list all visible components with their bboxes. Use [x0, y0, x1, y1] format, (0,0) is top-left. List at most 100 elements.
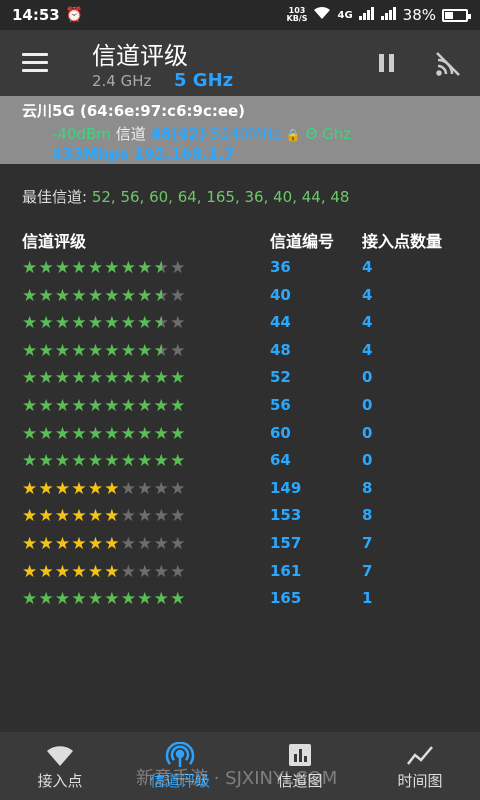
- network-type: 4G: [337, 9, 353, 21]
- star-icon: ★: [22, 423, 39, 444]
- channel-number: 48: [270, 340, 291, 359]
- star-icon: ★: [137, 368, 154, 389]
- star-icon: ★: [170, 285, 187, 306]
- connected-ssid: 云川5G (64:6e:97:c6:9c:ee): [22, 102, 246, 120]
- star-icon: ★: [104, 340, 121, 361]
- wifi-status-icon: [313, 6, 331, 24]
- rating-stars: ★★★★★★★★★★: [22, 313, 187, 333]
- network-speed: 103 KB/S: [287, 7, 308, 23]
- star-icon: ★: [104, 313, 121, 334]
- star-icon: ★: [54, 451, 72, 472]
- star-icon: ★: [71, 285, 88, 306]
- star-icon: ★: [71, 396, 88, 416]
- connected-details: -40dBm 信道 48(42) 5240MHz 🔒 Θ Ghz: [22, 123, 480, 144]
- star-icon: ★: [120, 561, 138, 582]
- star-icon: ★: [120, 478, 138, 499]
- table-row: ★★★★★★★★★★ 149 8: [0, 479, 480, 506]
- star-icon: ★: [153, 313, 171, 334]
- star-icon: ★: [153, 368, 171, 389]
- star-icon: ★: [170, 423, 187, 444]
- star-icon: ★: [137, 396, 154, 416]
- star-icon: ★: [22, 478, 39, 499]
- cell-signal-2-icon: [380, 6, 397, 24]
- star-icon: ★: [104, 258, 121, 278]
- scan-toggle-icon[interactable]: [434, 50, 462, 78]
- star-icon: ★: [22, 368, 39, 389]
- star-icon: ★: [153, 451, 171, 472]
- rating-stars: ★★★★★★★★★★: [22, 341, 187, 361]
- line-chart-icon: [407, 746, 433, 765]
- ap-count: 4: [362, 340, 373, 359]
- star-icon: ★: [170, 478, 187, 499]
- ap-count: 0: [362, 396, 373, 414]
- star-icon: ★: [87, 423, 105, 444]
- star-icon: ★: [153, 396, 171, 416]
- channel-number: 153: [270, 506, 302, 525]
- nav-access-points[interactable]: 接入点: [0, 732, 120, 800]
- pause-icon[interactable]: [378, 54, 396, 72]
- star-icon: ★: [22, 313, 39, 334]
- star-icon: ★: [87, 368, 105, 389]
- channel-number: 161: [270, 561, 302, 580]
- star-icon: ★: [153, 340, 171, 361]
- star-icon: ★: [120, 534, 138, 554]
- star-icon: ★: [137, 589, 154, 610]
- star-icon: ★: [153, 285, 171, 306]
- star-icon: ★: [71, 423, 88, 444]
- menu-icon[interactable]: [22, 53, 48, 73]
- nav-time-graph[interactable]: 时间图: [360, 732, 480, 800]
- star-icon: ★: [120, 285, 138, 306]
- star-icon: ★: [153, 561, 171, 582]
- star-icon: ★: [22, 534, 39, 554]
- ap-count: 8: [362, 478, 373, 497]
- star-icon: ★: [71, 258, 88, 278]
- star-icon: ★: [54, 313, 72, 334]
- rating-stars: ★★★★★★★★★★: [22, 368, 187, 388]
- battery-percent: 38%: [402, 6, 436, 24]
- star-icon: ★: [104, 396, 121, 416]
- star-icon: ★: [170, 396, 187, 416]
- band-5ghz-tab[interactable]: 5 GHz: [174, 70, 233, 91]
- nav-label: 接入点: [37, 772, 83, 790]
- star-icon: ★: [137, 451, 154, 472]
- star-icon: ★: [137, 313, 154, 334]
- ap-count: 8: [362, 506, 373, 525]
- col-ap-count: 接入点数量: [362, 232, 443, 251]
- table-row: ★★★★★★★★★★ 52 0: [0, 368, 480, 395]
- star-icon: ★: [170, 506, 187, 527]
- connected-channel: 48(42): [150, 125, 206, 143]
- star-icon: ★: [137, 534, 154, 554]
- signal-strength: -40dBm: [52, 125, 111, 143]
- star-icon: ★: [170, 534, 187, 554]
- cell-signal-icon: [358, 6, 375, 24]
- alarm-icon: ⏰: [65, 7, 84, 23]
- ap-count: 1: [362, 589, 373, 608]
- star-icon: ★: [22, 340, 39, 361]
- best-channels-label: 最佳信道:: [22, 188, 88, 206]
- star-icon: ★: [22, 396, 39, 416]
- star-icon: ★: [54, 561, 72, 582]
- best-channels: 最佳信道: 52, 56, 60, 64, 165, 36, 40, 44, 4…: [22, 186, 349, 207]
- star-icon: ★: [54, 368, 72, 389]
- band-24ghz-tab[interactable]: 2.4 GHz: [92, 72, 151, 90]
- star-icon: ★: [104, 506, 121, 527]
- ap-count: 4: [362, 313, 373, 332]
- connected-ap-panel[interactable]: 云川5G (64:6e:97:c6:9c:ee) -40dBm 信道 48(42…: [0, 96, 480, 164]
- table-row: ★★★★★★★★★★ 48 4: [0, 341, 480, 368]
- star-icon: ★: [120, 423, 138, 444]
- star-icon: ★: [137, 285, 154, 306]
- table-row: ★★★★★★★★★★ 56 0: [0, 396, 480, 423]
- star-icon: ★: [38, 423, 55, 444]
- star-icon: ★: [120, 313, 138, 334]
- star-icon: ★: [38, 506, 55, 527]
- star-icon: ★: [38, 368, 55, 389]
- col-rating: 信道评级: [22, 232, 87, 251]
- star-icon: ★: [137, 506, 154, 527]
- star-icon: ★: [71, 561, 88, 582]
- rating-stars: ★★★★★★★★★★: [22, 534, 187, 554]
- star-icon: ★: [104, 285, 121, 306]
- ap-count: 7: [362, 561, 373, 580]
- channel-number: 165: [270, 589, 302, 608]
- star-icon: ★: [54, 396, 72, 416]
- channel-number: 149: [270, 478, 302, 497]
